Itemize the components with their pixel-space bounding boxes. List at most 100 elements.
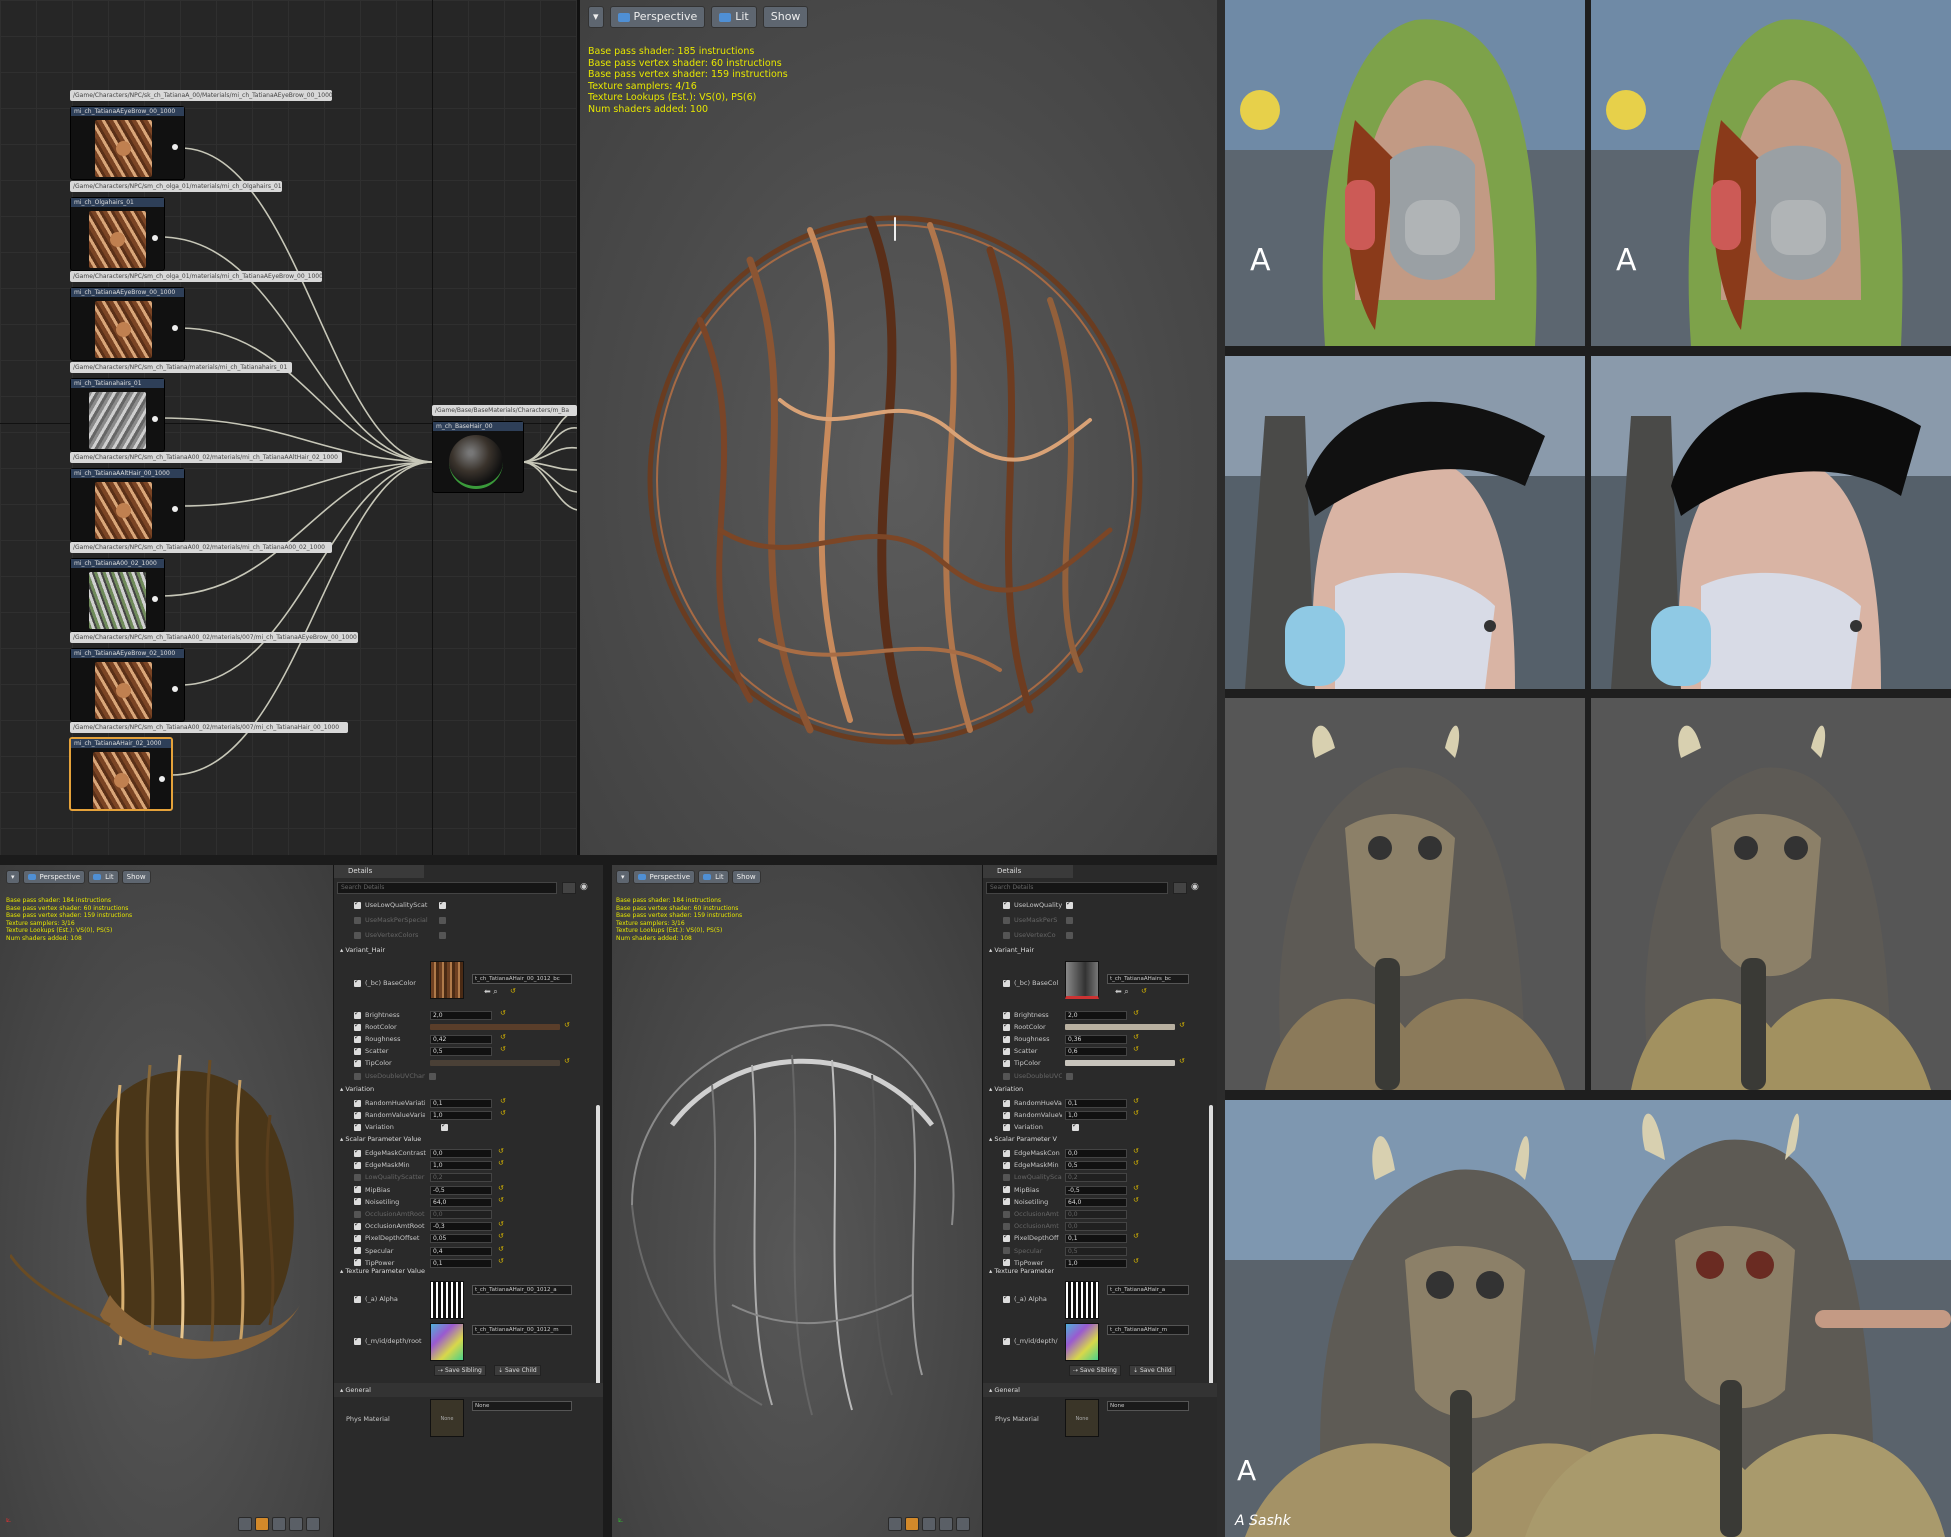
texture-dropdown[interactable]: t_ch_TatianaAHair_00_1012_m [472, 1325, 572, 1335]
phys-material-dropdown[interactable]: None [472, 1401, 572, 1411]
checkbox[interactable] [1003, 1183, 1010, 1194]
reset-icon[interactable]: ↺ [500, 1109, 506, 1117]
checkbox[interactable] [1003, 1121, 1010, 1131]
depth-texture-thumb[interactable] [430, 1323, 464, 1361]
save-sibling-button[interactable]: ⇢ Save Sibling [434, 1365, 486, 1376]
checkbox[interactable] [429, 1072, 436, 1080]
basecolor-texture-thumb[interactable] [430, 961, 464, 999]
show-button[interactable]: Show [121, 870, 151, 884]
reset-icon[interactable]: ↺ [1133, 1232, 1139, 1240]
checkbox[interactable] [354, 1097, 361, 1107]
section-general[interactable]: ▴ General [340, 1386, 371, 1394]
viewport-menu-button[interactable]: ▾ [616, 870, 630, 884]
value-field[interactable]: 0,1 [430, 1258, 492, 1268]
value-field[interactable]: 0,0 [1065, 1149, 1127, 1158]
reset-icon[interactable]: ↺ [500, 1009, 506, 1017]
value-field[interactable]: 1,0 [1065, 1258, 1127, 1268]
reset-icon[interactable]: ↺ [498, 1257, 504, 1265]
scrollbar[interactable] [1209, 1105, 1213, 1385]
viewport-menu-button[interactable]: ▾ [588, 6, 604, 28]
checkbox[interactable] [1003, 1222, 1010, 1230]
reset-icon[interactable]: ↺ [1133, 1196, 1139, 1204]
arrow-left-icon[interactable]: ⬅ ⌕ [1115, 987, 1129, 997]
reset-icon[interactable]: ↺ [498, 1159, 504, 1167]
section-variant-hair[interactable]: ▴ Variant_Hair [989, 946, 1034, 954]
output-pin[interactable] [159, 776, 165, 782]
cylinder-icon[interactable] [238, 1517, 252, 1531]
scrollbar[interactable] [596, 1105, 600, 1385]
output-pin[interactable] [172, 686, 178, 692]
checkbox[interactable] [1003, 916, 1010, 924]
value-field[interactable]: 0,2 [1065, 1173, 1127, 1183]
section-variant-hair[interactable]: ▴ Variant_Hair [340, 946, 385, 954]
reset-icon[interactable]: ↺ [1133, 1147, 1139, 1155]
value-field[interactable]: 64,0 [430, 1197, 492, 1207]
checkbox[interactable] [354, 977, 361, 987]
value-field[interactable]: -0,5 [1065, 1185, 1127, 1195]
texture-dropdown[interactable]: t_ch_TatianaAHair_00_1012_bc [472, 974, 572, 984]
checkbox[interactable] [1003, 931, 1010, 939]
value-field[interactable]: 0,4 [430, 1246, 492, 1256]
value-field[interactable]: -0,3 [430, 1222, 492, 1232]
checkbox[interactable] [1066, 916, 1073, 924]
phys-material-thumb[interactable]: None [1065, 1399, 1099, 1437]
value-field[interactable]: 0,1 [430, 1099, 492, 1108]
value-field[interactable]: 0,0 [430, 1149, 492, 1158]
checkbox[interactable] [1072, 1121, 1079, 1131]
checkbox[interactable] [354, 916, 361, 924]
cube-icon[interactable] [289, 1517, 303, 1531]
value-field[interactable]: 2,0 [1065, 1011, 1127, 1020]
value-field[interactable]: 0,36 [1065, 1035, 1127, 1044]
checkbox[interactable] [1066, 1072, 1073, 1080]
save-sibling-button[interactable]: ⇢ Save Sibling [1069, 1365, 1121, 1376]
checkbox[interactable] [1003, 1072, 1010, 1080]
output-pin[interactable] [172, 325, 178, 331]
details-tab[interactable]: Details [983, 865, 1073, 878]
checkbox[interactable] [1003, 977, 1010, 987]
section-texture-param[interactable]: ▴ Texture Parameter Value [340, 1267, 425, 1275]
save-child-button[interactable]: ⇣ Save Child [494, 1365, 541, 1376]
value-field[interactable]: 2,0 [430, 1011, 492, 1020]
value-field[interactable]: 0,0 [1065, 1222, 1127, 1232]
checkbox[interactable] [354, 1147, 361, 1157]
alpha-texture-thumb[interactable] [1065, 1281, 1099, 1319]
reset-icon[interactable]: ↺ [500, 1045, 506, 1053]
lit-button[interactable]: Lit [88, 870, 119, 884]
checkbox[interactable] [354, 1232, 361, 1242]
plane-icon[interactable] [922, 1517, 936, 1531]
sphere-icon[interactable] [255, 1517, 269, 1531]
checkbox[interactable] [1003, 1256, 1010, 1267]
checkbox[interactable] [354, 1210, 361, 1218]
phys-material-dropdown[interactable]: None [1107, 1401, 1189, 1411]
perspective-button[interactable]: Perspective [22, 870, 86, 884]
texture-dropdown[interactable]: t_ch_TatianaAHair_a [1107, 1285, 1189, 1295]
checkbox[interactable] [354, 1159, 361, 1169]
reset-icon[interactable]: ↺ [498, 1232, 504, 1240]
checkbox[interactable] [354, 1033, 361, 1043]
checkbox[interactable] [1003, 1021, 1010, 1031]
material-node[interactable]: mi_ch_TatianaAAltHair_00_1000 [70, 468, 185, 542]
value-field[interactable]: 0,0 [430, 1210, 492, 1219]
search-details-input[interactable]: Search Details [337, 882, 557, 894]
material-node-graph[interactable]: /Game/Characters/NPC/sk_ch_TatianaA_00/M… [0, 0, 577, 855]
material-node[interactable]: mi_ch_TatianaA00_02_1000 [70, 558, 165, 632]
value-field[interactable]: 0,6 [1065, 1047, 1127, 1056]
checkbox[interactable] [1003, 1147, 1010, 1157]
reset-icon[interactable]: ↺ [564, 1057, 570, 1065]
depth-texture-thumb[interactable] [1065, 1323, 1099, 1361]
texture-dropdown[interactable]: t_ch_TatianaAHairs_bc [1107, 974, 1189, 984]
checkbox[interactable] [354, 899, 361, 909]
value-field[interactable]: 0,5 [1065, 1161, 1127, 1171]
grid-view-icon[interactable] [562, 882, 576, 894]
output-pin[interactable] [172, 144, 178, 150]
checkbox[interactable] [354, 1293, 361, 1303]
value-field[interactable]: 1,0 [1065, 1111, 1127, 1120]
reset-icon[interactable]: ↺ [500, 1097, 506, 1105]
plane-icon[interactable] [272, 1517, 286, 1531]
value-field[interactable]: 0,05 [430, 1234, 492, 1244]
checkbox[interactable] [1003, 1293, 1010, 1303]
checkbox[interactable] [354, 1220, 361, 1230]
reset-icon[interactable]: ↺ [500, 1033, 506, 1041]
alpha-texture-thumb[interactable] [430, 1281, 464, 1319]
value-field[interactable]: 0,1 [1065, 1234, 1127, 1244]
